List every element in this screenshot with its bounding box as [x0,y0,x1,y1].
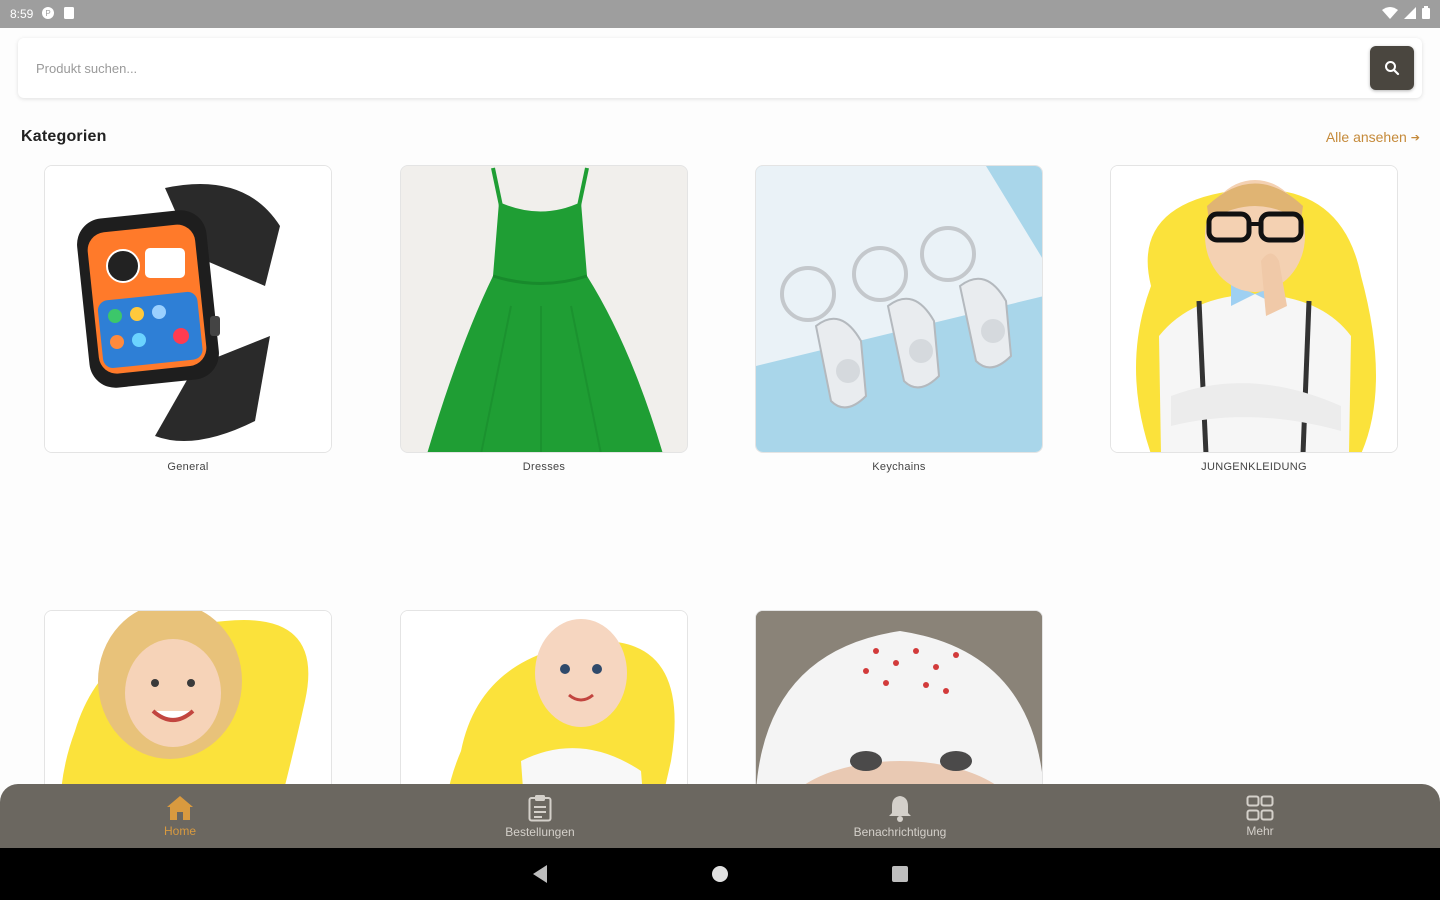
search-input[interactable] [36,60,1370,76]
app-notification-icon: P [41,6,55,23]
signal-icon [1404,6,1416,22]
category-card-general[interactable]: General [44,165,332,473]
recents-button[interactable] [885,859,915,889]
view-all-label: Alle ansehen [1325,129,1407,145]
category-label: Keychains [872,461,926,473]
home-system-button[interactable] [705,859,735,889]
back-triangle-icon [533,865,547,883]
bottom-navigation: Home Bestellungen Benachrichtigung Mehr [0,784,1440,848]
category-label: General [167,461,209,473]
search-button[interactable] [1370,46,1414,90]
status-bar: 8:59 P [0,0,1440,28]
wifi-icon [1382,6,1398,22]
nav-item-benachrichtigung[interactable]: Benachrichtigung [720,784,1080,848]
home-icon [167,795,193,820]
green-dress-image [400,165,688,453]
category-card-dresses[interactable]: Dresses [400,165,688,473]
nav-label: Bestellungen [505,824,575,839]
bell-icon [889,795,911,822]
status-time: 8:59 [10,7,34,21]
nav-label: Benachrichtigung [853,824,947,839]
boy-clothing-image [1110,165,1398,453]
category-card-jungenkleidung[interactable]: JUNGENKLEIDUNG [1110,165,1398,473]
search-bar [18,38,1422,98]
system-navigation-bar [0,848,1440,900]
nav-label: Mehr [1246,823,1274,838]
clipboard-icon [528,794,552,821]
search-icon [1385,61,1400,76]
nav-item-bestellungen[interactable]: Bestellungen [360,784,720,848]
arrow-right-icon: ➔ [1410,131,1420,144]
nav-item-mehr[interactable]: Mehr [1080,784,1440,848]
clipboard-notification-icon [63,6,75,23]
battery-icon [1422,6,1430,22]
nav-item-home[interactable]: Home [0,784,360,848]
recents-square-icon [892,866,908,882]
home-circle-icon [712,866,728,882]
category-card-keychains[interactable]: Keychains [755,165,1043,473]
nav-label: Home [163,823,196,838]
svg-text:P: P [46,9,51,18]
view-all-link[interactable]: Alle ansehen ➔ [1326,129,1420,145]
category-label: Dresses [522,461,566,473]
back-button[interactable] [525,859,555,889]
grid-icon [1246,795,1274,820]
smartwatch-image [44,165,332,453]
category-label: JUNGENKLEIDUNG [1201,461,1307,473]
keychains-image [755,165,1043,453]
categories-title: Kategorien [21,128,107,145]
